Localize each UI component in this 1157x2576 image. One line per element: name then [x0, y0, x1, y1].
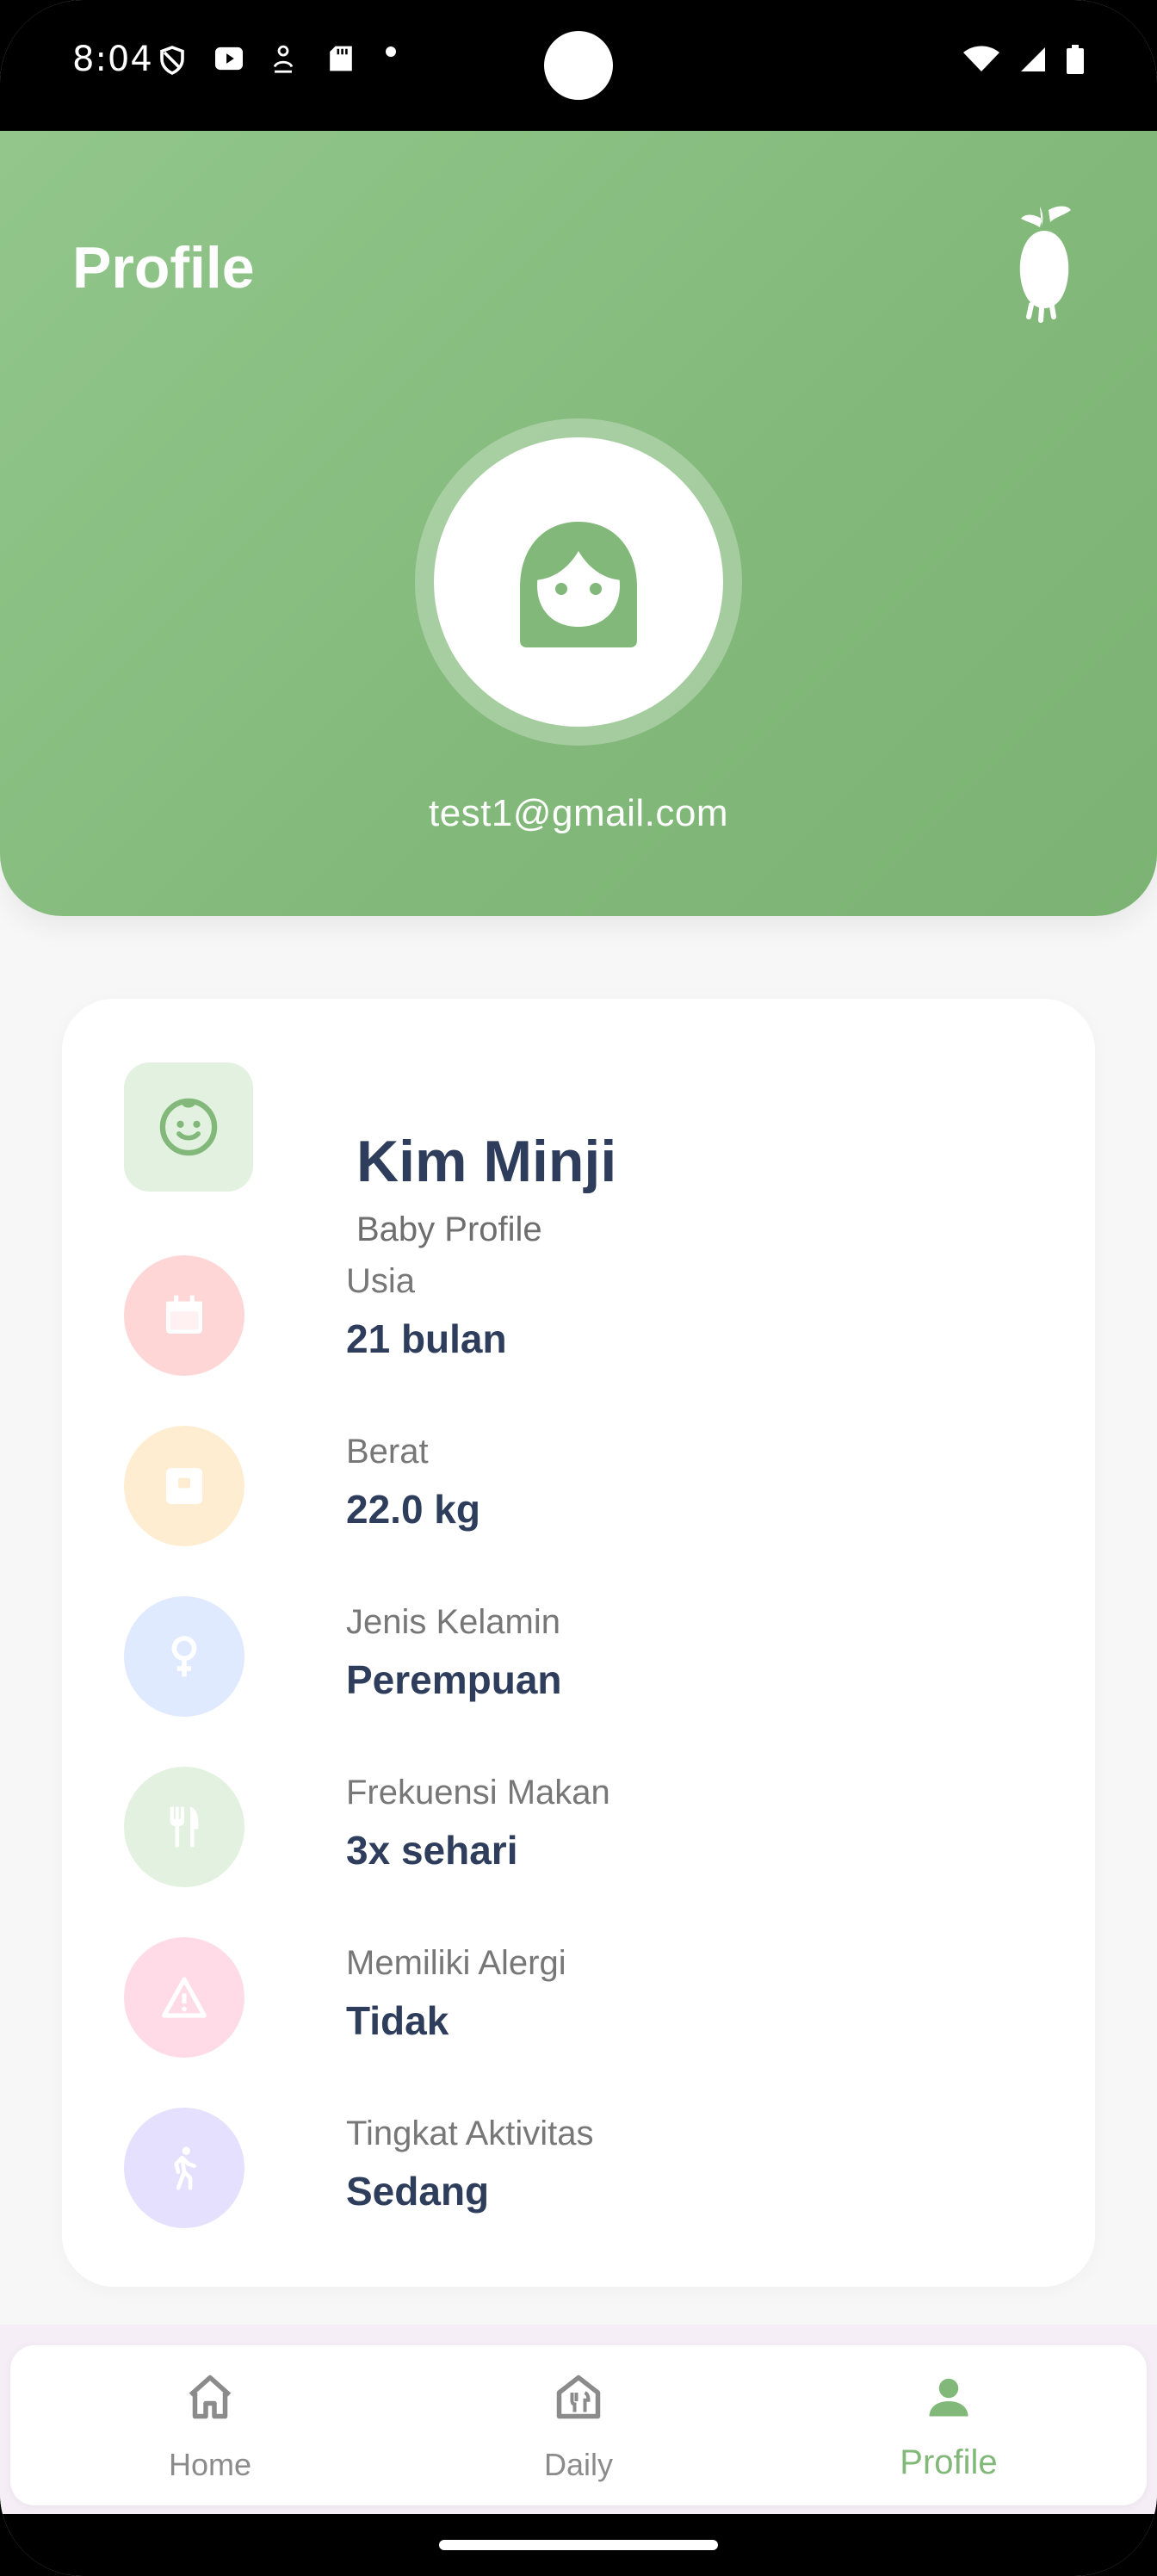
nav-item-profile[interactable]: Profile — [820, 2345, 1078, 2505]
profile-header: Profile test1@gmail.com — [0, 131, 1157, 916]
daily-meal-icon — [556, 2375, 601, 2419]
signal-icon — [1021, 47, 1045, 71]
nav-label-profile: Profile — [900, 2443, 998, 2481]
info-value-tingkat-aktivitas: Sedang — [346, 2169, 490, 2214]
info-icon-bg — [124, 1426, 244, 1546]
nav-label-home: Home — [168, 2447, 252, 2482]
info-row-memiliki-alergi: Memiliki Alergi Tidak — [124, 1937, 985, 2058]
camera-cutout — [544, 31, 613, 100]
status-bar: 8:04 — [0, 0, 1157, 131]
status-time: 8:04 — [72, 40, 153, 79]
person-icon — [929, 2378, 968, 2417]
info-label-frekuensi-makan: Frekuensi Makan — [346, 1774, 610, 1811]
info-value-memiliki-alergi: Tidak — [346, 1998, 449, 2043]
info-value-usia: 21 bulan — [346, 1316, 507, 1361]
baby-profile-card: Kim Minji Baby Profile Usia 21 bulan Ber… — [62, 999, 1095, 2287]
girl-avatar-icon — [520, 522, 637, 647]
shield-icon — [157, 45, 188, 75]
user-email: test1@gmail.com — [428, 792, 729, 834]
baby-name: Kim Minji — [356, 1129, 617, 1194]
nav-item-daily[interactable]: Daily — [449, 2345, 708, 2505]
walking-icon — [174, 2146, 197, 2190]
page-title: Profile — [72, 235, 255, 300]
scale-icon — [166, 1468, 202, 1504]
status-icons-left — [157, 45, 415, 75]
home-icon — [189, 2375, 232, 2419]
baby-profile-subtitle: Baby Profile — [356, 1211, 542, 1248]
baby-face-icon — [159, 1098, 218, 1156]
info-row-tingkat-aktivitas: Tingkat Aktivitas Sedang — [124, 2108, 985, 2228]
info-value-jenis-kelamin: Perempuan — [346, 1657, 562, 1702]
info-row-berat: Berat 22.0 kg — [124, 1426, 985, 1546]
info-label-berat: Berat — [346, 1433, 429, 1471]
info-icon-bg — [124, 1767, 244, 1887]
status-icons-right — [962, 45, 1085, 74]
nav-item-home[interactable]: Home — [81, 2345, 339, 2505]
wifi-icon — [963, 46, 999, 71]
info-icon-bg — [124, 1596, 244, 1717]
info-label-memiliki-alergi: Memiliki Alergi — [346, 1944, 566, 1982]
dot-icon — [384, 45, 415, 72]
baby-icon-box — [124, 1062, 253, 1192]
info-icon-bg — [124, 1255, 244, 1376]
info-label-tingkat-aktivitas: Tingkat Aktivitas — [346, 2115, 594, 2152]
info-label-usia: Usia — [346, 1262, 416, 1300]
info-icon-bg — [124, 2108, 244, 2228]
home-indicator[interactable] — [439, 2540, 718, 2550]
avatar[interactable] — [434, 437, 723, 727]
info-row-usia: Usia 21 bulan — [124, 1255, 985, 1376]
bottom-navigation: Home Daily Profile — [10, 2345, 1147, 2505]
info-value-frekuensi-makan: 3x sehari — [346, 1828, 518, 1873]
play-icon — [213, 45, 244, 72]
battery-icon — [1067, 45, 1084, 74]
female-icon — [171, 1636, 197, 1677]
fork-knife-icon — [170, 1806, 199, 1848]
warning-icon — [162, 1977, 207, 2018]
info-icon-bg — [124, 1937, 244, 2058]
sd-card-icon — [327, 45, 358, 72]
info-value-berat: 22.0 kg — [346, 1487, 480, 1532]
info-row-frekuensi-makan: Frekuensi Makan 3x sehari — [124, 1767, 985, 1887]
info-row-jenis-kelamin: Jenis Kelamin Perempuan — [124, 1596, 985, 1717]
nav-label-daily: Daily — [543, 2447, 613, 2482]
accessibility-icon — [270, 45, 301, 73]
calendar-icon — [166, 1295, 202, 1334]
radish-logo-icon — [1019, 206, 1071, 323]
info-label-jenis-kelamin: Jenis Kelamin — [346, 1603, 561, 1641]
app-screen: 8:04 Profile test1@gmail.com Kim Minji B… — [0, 0, 1157, 2576]
